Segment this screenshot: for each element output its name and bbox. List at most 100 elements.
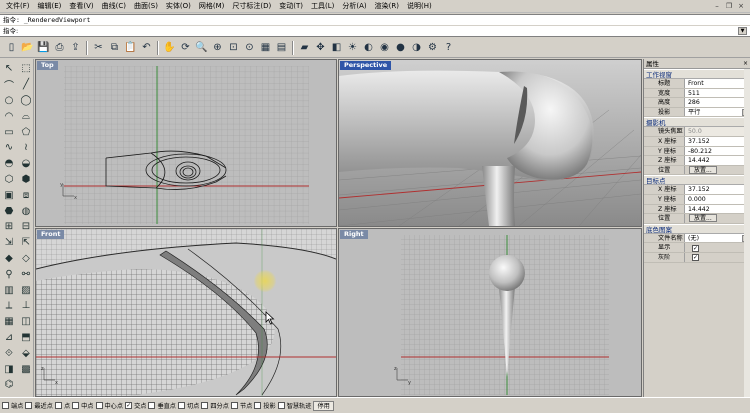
viewport-perspective[interactable]: Perspective (338, 59, 642, 227)
palette-tool-icon[interactable]: ▥ (1, 282, 17, 298)
property-value[interactable]: 50.0 (684, 127, 750, 136)
palette-tool-icon[interactable]: ⬒ (18, 330, 34, 346)
section-viewport[interactable]: 工作视窗 (644, 69, 750, 79)
property-value[interactable]: 286 (684, 98, 750, 107)
restore-icon[interactable]: ❐ (724, 1, 734, 11)
pan-icon[interactable]: ✋ (162, 40, 177, 55)
osnap-option[interactable]: 智慧轨迹 (277, 401, 311, 410)
viewport-label[interactable]: Perspective (340, 61, 392, 70)
palette-tool-icon[interactable]: ⚲ (1, 266, 17, 282)
palette-tool-icon[interactable]: ◍ (18, 203, 34, 219)
palette-tool-icon[interactable]: ⌓ (18, 108, 34, 124)
menu-item[interactable]: 实体(O) (162, 1, 195, 11)
osnap-checkbox[interactable] (95, 402, 103, 409)
palette-tool-icon[interactable]: ◫ (18, 314, 34, 330)
osnap-option[interactable]: 投影 (254, 401, 276, 410)
palette-tool-icon[interactable]: ⊞ (1, 219, 17, 235)
shade-icon[interactable]: ◑ (409, 40, 424, 55)
palette-tool-icon[interactable]: ⊥ (18, 298, 34, 314)
palette-tool-icon[interactable]: ▨ (18, 282, 34, 298)
menu-item[interactable]: 查看(V) (65, 1, 97, 11)
menu-item[interactable]: 渲染(R) (371, 1, 403, 11)
place-button[interactable]: 放置... (689, 166, 717, 175)
property-value[interactable]: 14.442 (684, 156, 750, 165)
osnap-checkbox[interactable] (54, 402, 62, 409)
print-icon[interactable]: ⎙ (52, 40, 67, 55)
sphere-icon[interactable]: ● (393, 40, 408, 55)
palette-tool-icon[interactable]: ⬚ (18, 61, 34, 77)
palette-tool-icon[interactable]: ⊟ (18, 219, 34, 235)
zoom-window-icon[interactable]: ⊕ (210, 40, 225, 55)
property-value[interactable]: 37.152 (684, 185, 750, 194)
checkbox[interactable]: ✓ (692, 244, 699, 252)
viewport-top[interactable]: Top yx (35, 59, 337, 227)
car-icon[interactable]: ▰ (297, 40, 312, 55)
minimize-icon[interactable]: – (712, 1, 722, 11)
palette-tool-icon[interactable]: ◆ (1, 251, 17, 267)
property-value[interactable]: 511 (684, 88, 750, 98)
palette-tool-icon[interactable]: ⬙ (18, 345, 34, 361)
viewport-label[interactable]: Top (37, 61, 58, 70)
menu-item[interactable]: 文件(F) (2, 1, 34, 11)
osnap-checkbox[interactable] (25, 402, 33, 409)
osnap-checkbox[interactable] (254, 402, 262, 409)
material-icon[interactable]: ◐ (361, 40, 376, 55)
osnap-option[interactable]: 最近点 (25, 401, 53, 410)
palette-tool-icon[interactable]: ⬡ (1, 172, 17, 188)
menu-item[interactable]: 工具(L) (307, 1, 338, 11)
property-value[interactable]: 0.000 (684, 194, 750, 204)
command-input[interactable]: 指令: ▼ (0, 26, 750, 37)
palette-tool-icon[interactable]: ⟂ (1, 298, 17, 314)
options-icon[interactable]: ⚙ (425, 40, 440, 55)
menu-item[interactable]: 说明(H) (403, 1, 436, 11)
viewport-label[interactable]: Front (37, 230, 65, 239)
move-icon[interactable]: ✥ (313, 40, 328, 55)
place-button[interactable]: 放置... (689, 214, 717, 223)
palette-tool-icon[interactable]: ⬠ (18, 124, 34, 140)
palette-tool-icon[interactable]: ◨ (1, 361, 17, 377)
menu-item[interactable]: 曲线(C) (98, 1, 130, 11)
osnap-option[interactable]: 垂直点 (148, 401, 176, 410)
menu-item[interactable]: 分析(A) (338, 1, 370, 11)
grid-icon[interactable]: ▦ (258, 40, 273, 55)
osnap-checkbox[interactable] (2, 402, 9, 409)
osnap-disable-button[interactable]: 停用 (313, 400, 334, 411)
render-icon[interactable]: ◉ (377, 40, 392, 55)
new-icon[interactable]: ▯ (4, 40, 19, 55)
palette-tool-icon[interactable]: ⊿ (1, 330, 17, 346)
zoom-extents-icon[interactable]: ⊡ (226, 40, 241, 55)
viewport-label[interactable]: Right (340, 230, 368, 239)
osnap-checkbox[interactable]: ✓ (125, 402, 133, 409)
palette-tool-icon[interactable]: ◇ (18, 251, 34, 267)
palette-tool-icon[interactable]: ▩ (18, 361, 34, 377)
save-icon[interactable]: 💾 (36, 40, 51, 55)
palette-tool-icon[interactable]: ⚯ (18, 266, 34, 282)
light-icon[interactable]: ☀ (345, 40, 360, 55)
viewport-right[interactable]: Right zy (338, 228, 642, 397)
close-icon[interactable]: × (736, 1, 746, 11)
zoom-icon[interactable]: 🔍 (194, 40, 209, 55)
section-target[interactable]: 目标点 (644, 175, 750, 186)
osnap-checkbox[interactable] (72, 402, 80, 409)
undo-icon[interactable]: ↶ (139, 40, 154, 55)
palette-tool-icon[interactable]: ⧈ (18, 187, 34, 203)
viewport-front[interactable]: Front zx (35, 228, 337, 397)
palette-tool-icon[interactable]: ▦ (1, 314, 17, 330)
palette-tool-icon[interactable]: ▣ (1, 187, 17, 203)
palette-tool-icon[interactable]: ⟐ (1, 345, 17, 361)
osnap-option[interactable]: 中心点 (95, 401, 123, 410)
property-value[interactable]: (无)… (684, 233, 750, 243)
help-icon[interactable]: ? (441, 40, 456, 55)
paste-icon[interactable]: 📋 (123, 40, 138, 55)
zoom-selected-icon[interactable]: ⊙ (242, 40, 257, 55)
palette-tool-icon[interactable]: ▭ (1, 124, 17, 140)
layer-icon[interactable]: ◧ (329, 40, 344, 55)
osnap-checkbox[interactable] (230, 402, 238, 409)
menu-item[interactable]: 尺寸标注(D) (228, 1, 275, 11)
osnap-option[interactable]: 节点 (230, 401, 252, 410)
palette-tool-icon[interactable]: ⬣ (1, 203, 17, 219)
osnap-option[interactable]: 切点 (178, 401, 199, 410)
palette-tool-icon[interactable]: ↖ (1, 61, 17, 77)
osnap-option[interactable]: 端点 (2, 401, 23, 410)
menu-item[interactable]: 网格(M) (195, 1, 229, 11)
